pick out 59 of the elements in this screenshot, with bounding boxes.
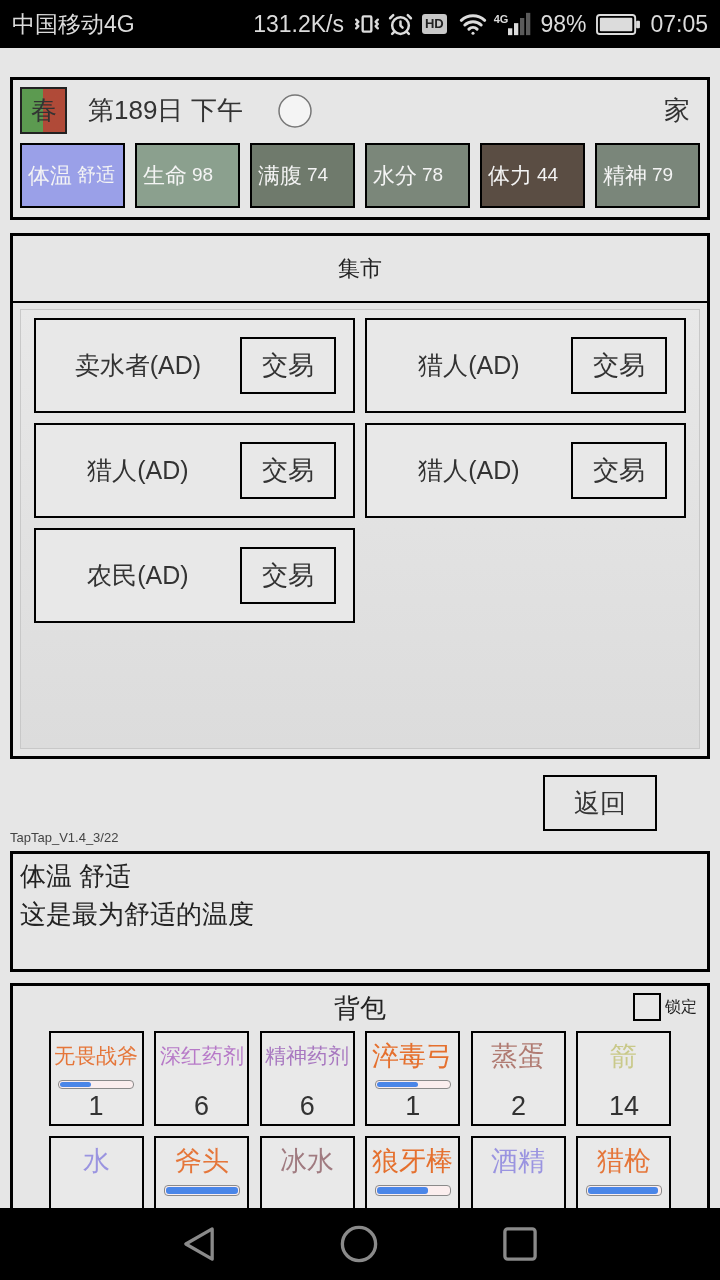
battery-percent: 98% [540,9,587,39]
item-name: 酒精 [491,1145,546,1178]
backpack-title: 背包 [334,992,386,1025]
circle-icon [277,93,312,128]
version-label: TapTap_V1.4_3/22 [10,830,119,846]
trader-name: 猎人(AD) [417,454,521,486]
trade-button[interactable]: 交易 [571,442,667,499]
network-speed: 131.2K/s [253,9,344,39]
item-name: 狼牙棒 [372,1145,454,1178]
item-name: 淬毒弓 [372,1040,454,1073]
item-name: 蒸蛋 [491,1040,546,1073]
network-type-label: 4G [493,12,509,25]
item-count: 1 [88,1090,104,1123]
item-name: 深红药剂 [159,1043,244,1069]
inventory-slot[interactable]: 淬毒弓 1 [365,1031,461,1126]
item-name: 无畏战斧 [54,1043,138,1069]
item-name: 冰水 [280,1145,335,1178]
lock-checkbox[interactable] [633,993,661,1021]
trader-name: 猎人(AD) [86,454,190,486]
inventory-slot[interactable]: 深红药剂 6 [154,1031,250,1126]
trade-button[interactable]: 交易 [240,547,336,604]
signal-icon [508,12,533,36]
back-icon[interactable] [183,1226,215,1262]
item-name: 箭 [610,1040,638,1073]
stat-button[interactable]: 满腹 74 [250,143,355,208]
info-title: 体温 舒适 [20,860,133,893]
item-name: 猎枪 [597,1145,651,1178]
info-description: 这是最为舒适的温度 [20,898,255,931]
trader-name: 农民(AD) [86,559,190,591]
hd-indicator: HD [421,14,447,34]
item-name: 斧头 [174,1145,229,1178]
inventory-slot[interactable]: 无畏战斧 1 [48,1031,144,1126]
home-icon[interactable] [340,1225,378,1263]
stat-button[interactable]: 体力 44 [480,143,585,208]
alarm-icon [387,11,413,37]
trader-name: 猎人(AD) [417,349,521,381]
trader-name: 卖水者(AD) [73,349,203,381]
market-title: 集市 [338,255,382,283]
trade-button[interactable]: 交易 [571,337,667,394]
item-name: 精神药剂 [265,1043,350,1069]
item-count: 14 [608,1090,639,1123]
inventory-slot[interactable]: 箭 14 [576,1031,672,1126]
item-count: 1 [405,1090,421,1123]
battery-icon [596,13,641,35]
clock-time: 07:05 [650,9,708,39]
lock-label: 锁定 [665,997,697,1017]
inventory-slot[interactable]: 蒸蛋 2 [470,1031,566,1126]
item-name: 水 [82,1145,110,1178]
trade-button[interactable]: 交易 [240,337,336,394]
trade-button[interactable]: 交易 [240,442,336,499]
inventory-slot[interactable]: 精神药剂 6 [259,1031,355,1126]
item-count: 2 [510,1090,526,1123]
back-button[interactable]: 返回 [543,775,657,831]
location-label: 家 [664,94,690,127]
item-count: 6 [299,1090,315,1123]
item-count: 6 [194,1090,210,1123]
day-label: 第189日 下午 [88,94,243,127]
carrier-label: 中国移动4G [12,9,135,39]
recent-apps-icon[interactable] [503,1227,537,1261]
